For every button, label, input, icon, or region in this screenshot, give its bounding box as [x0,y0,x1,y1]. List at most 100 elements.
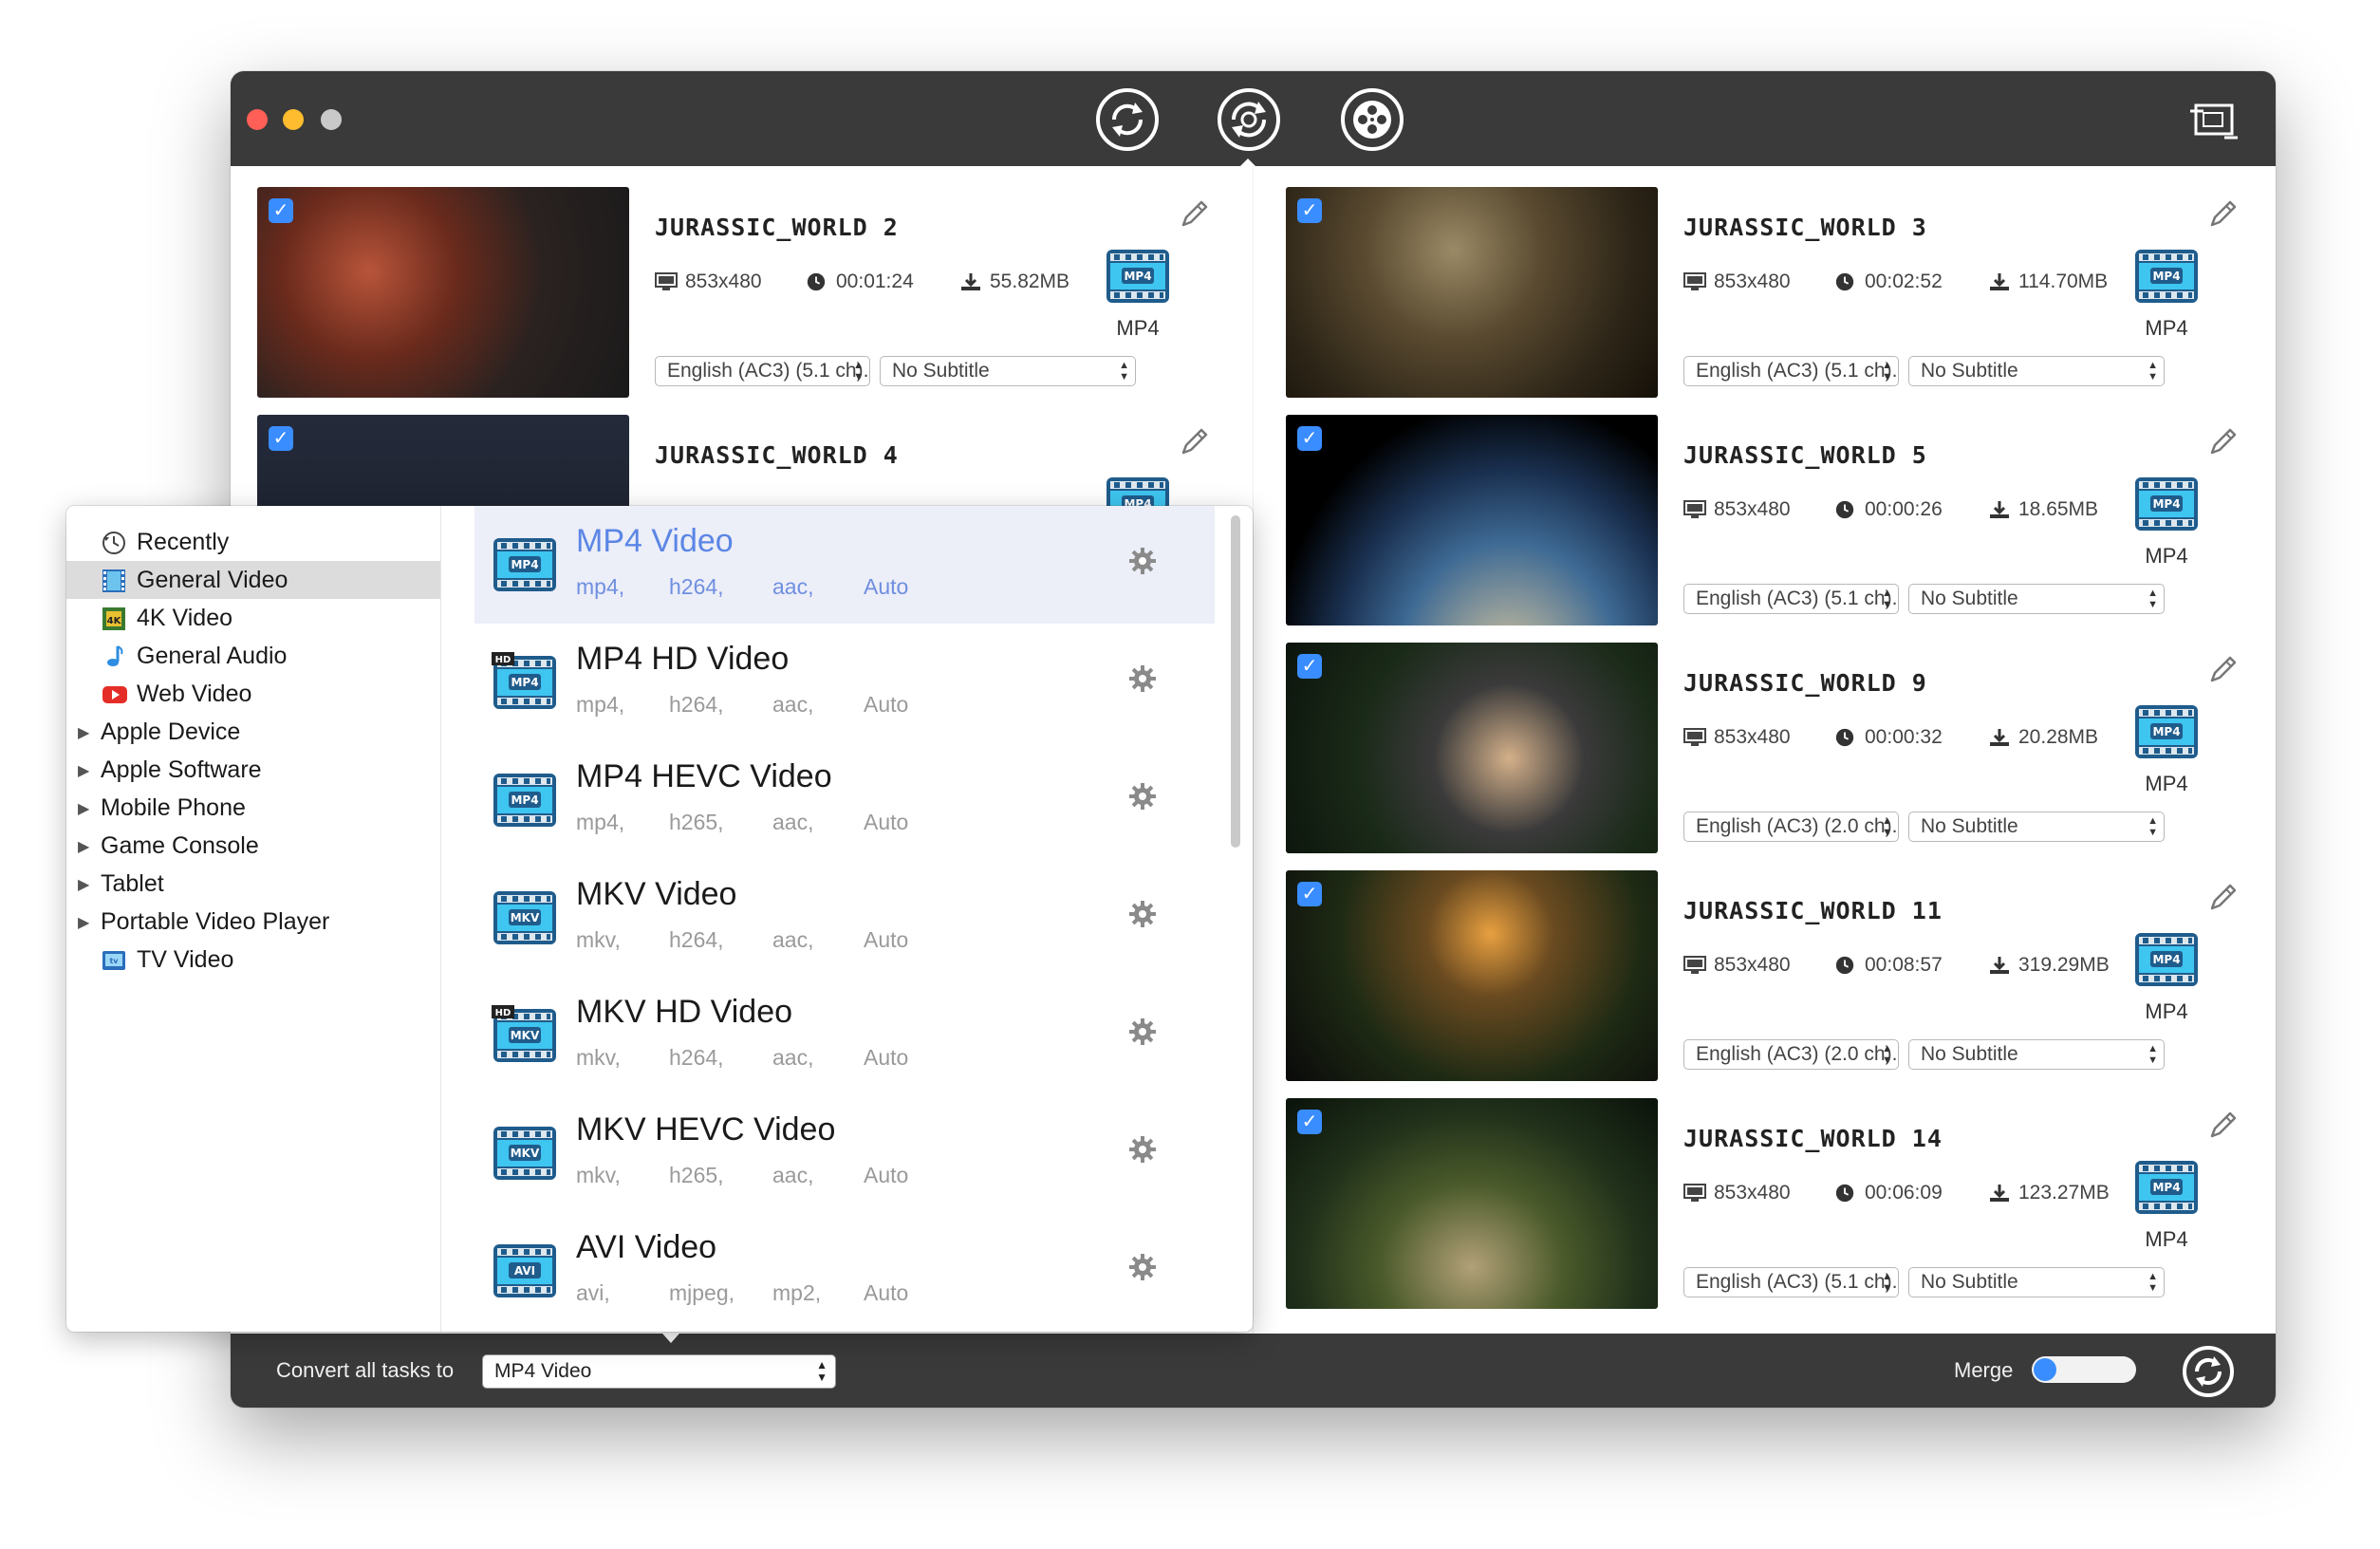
edit-pencil-icon[interactable] [2206,652,2241,686]
format-option[interactable]: MP4 HD MP4 HD Video mp4, h264, aac, Auto [474,624,1215,741]
video-title: JURASSIC_WORLD 14 [1683,1125,1943,1152]
maximize-window-button[interactable] [321,109,342,130]
merge-toggle[interactable] [2032,1356,2136,1383]
output-format-button[interactable]: MP4 [2133,246,2200,307]
convert-tool-button[interactable] [1094,86,1161,153]
category-tablet[interactable]: ▶ Tablet [66,865,440,903]
toolbox-tool-button[interactable] [1339,86,1405,153]
edit-pencil-icon[interactable] [2206,196,2241,231]
gear-icon[interactable] [1127,1134,1158,1165]
gear-icon[interactable] [1127,663,1158,694]
output-format-button[interactable]: MP4 [2133,929,2200,990]
duration-info: 00:08:57 [1834,954,1943,977]
audio-track-select[interactable]: English (AC3) (5.1 ch)... ▲ ▼ [1683,584,1899,614]
edit-pencil-icon[interactable] [2206,1108,2241,1142]
video-task-card: ✓ JURASSIC_WORLD 3 853x480 00:02:52 114.… [1286,187,2263,401]
gear-icon[interactable] [1127,899,1158,929]
output-format-button[interactable]: MP4 [2133,1157,2200,1218]
convert-all-select[interactable]: MP4 Video ▲ ▼ [482,1354,836,1389]
format-option[interactable]: AVI AVI Video avi, mjpeg, mp2, Auto [474,1212,1215,1330]
category-portable-video-player[interactable]: ▶ Portable Video Player [66,903,440,941]
edit-pencil-icon[interactable] [2206,424,2241,458]
svg-text:HD: HD [495,1008,511,1018]
format-name: MKV HD Video [576,994,793,1030]
resolution-info: 853x480 [1683,726,1791,749]
category-label: Apple Software [101,756,262,783]
category-web-video[interactable]: Web Video [66,675,440,713]
audio-track-select[interactable]: English (AC3) (5.1 ch)... ▲ ▼ [655,356,870,386]
subtitle-select[interactable]: No Subtitle ▲ ▼ [1908,1039,2165,1070]
edit-pencil-icon[interactable] [1178,424,1212,458]
svg-text:MP4: MP4 [2152,725,2180,738]
output-format-label: MP4 [2145,772,2188,795]
size-value: 18.65MB [2018,498,2099,520]
svg-text:MKV: MKV [511,911,540,924]
format-option[interactable]: MKV MKV HEVC Video mkv, h265, aac, Auto [474,1094,1215,1212]
video-thumbnail[interactable]: ✓ [1286,870,1658,1081]
output-format-button[interactable]: MP4 [1105,246,1171,307]
disclosure-triangle-icon[interactable]: ▶ [78,799,89,818]
format-list-scrollbar[interactable] [1231,515,1240,848]
disclosure-triangle-icon[interactable]: ▶ [78,913,89,932]
task-checkbox[interactable]: ✓ [1297,882,1322,906]
monitor-icon [1683,1183,1706,1204]
resolution-value: 853x480 [1714,271,1791,292]
output-format-label: MP4 [2145,1227,2188,1251]
task-checkbox[interactable]: ✓ [1297,654,1322,679]
task-checkbox[interactable]: ✓ [1297,198,1322,223]
start-convert-button[interactable] [2182,1345,2235,1398]
gear-icon[interactable] [1127,1017,1158,1047]
output-format-button[interactable]: MP4 [2133,701,2200,762]
video-thumbnail[interactable]: ✓ [257,187,629,398]
video-thumbnail[interactable]: ✓ [1286,187,1658,398]
category-apple-software[interactable]: ▶ Apple Software [66,751,440,789]
format-container: mp4, [576,692,625,717]
category-general-audio[interactable]: General Audio [66,637,440,675]
size-value: 319.29MB [2018,954,2110,976]
gear-icon[interactable] [1127,546,1158,576]
minimize-window-button[interactable] [283,109,304,130]
category-general-video[interactable]: General Video [66,561,440,599]
audio-track-select[interactable]: English (AC3) (5.1 ch)... ▲ ▼ [1683,356,1899,386]
svg-text:MP4: MP4 [511,558,538,571]
subtitle-select[interactable]: No Subtitle ▲ ▼ [880,356,1136,386]
audio-track-select[interactable]: English (AC3) (2.0 ch)... ▲ ▼ [1683,812,1899,842]
subtitle-select[interactable]: No Subtitle ▲ ▼ [1908,356,2165,386]
subtitle-select[interactable]: No Subtitle ▲ ▼ [1908,812,2165,842]
output-format-button[interactable]: MP4 [2133,474,2200,534]
disclosure-triangle-icon[interactable]: ▶ [78,837,89,856]
subtitle-select[interactable]: No Subtitle ▲ ▼ [1908,1267,2165,1297]
video-thumbnail[interactable]: ✓ [1286,415,1658,625]
edit-pencil-icon[interactable] [1178,196,1212,231]
disclosure-triangle-icon[interactable]: ▶ [78,723,89,742]
disclosure-triangle-icon[interactable]: ▶ [78,875,89,894]
close-window-button[interactable] [247,109,268,130]
crop-icon[interactable] [2188,100,2240,143]
disclosure-triangle-icon[interactable]: ▶ [78,761,89,780]
toggle-knob [2034,1358,2056,1381]
category-apple-device[interactable]: ▶ Apple Device [66,713,440,751]
task-checkbox[interactable]: ✓ [269,198,293,223]
category-recently[interactable]: Recently [66,523,440,561]
format-option[interactable]: MKV MKV Video mkv, h264, aac, Auto [474,859,1215,977]
category-4k-video[interactable]: 4K 4K Video [66,599,440,637]
category-tv-video[interactable]: tv TV Video [66,941,440,979]
category-game-console[interactable]: ▶ Game Console [66,827,440,865]
category-mobile-phone[interactable]: ▶ Mobile Phone [66,789,440,827]
gear-icon[interactable] [1127,1252,1158,1282]
rip-tool-button[interactable] [1216,86,1282,153]
task-checkbox[interactable]: ✓ [269,426,293,451]
gear-icon[interactable] [1127,781,1158,812]
edit-pencil-icon[interactable] [2206,880,2241,914]
merge-label: Merge [1954,1358,2014,1382]
audio-track-select[interactable]: English (AC3) (2.0 ch)... ▲ ▼ [1683,1039,1899,1070]
format-option[interactable]: MP4 MP4 HEVC Video mp4, h265, aac, Auto [474,741,1215,859]
subtitle-select[interactable]: No Subtitle ▲ ▼ [1908,584,2165,614]
video-thumbnail[interactable]: ✓ [1286,643,1658,853]
task-checkbox[interactable]: ✓ [1297,1110,1322,1134]
format-option[interactable]: MP4 MP4 Video mp4, h264, aac, Auto [474,506,1215,624]
audio-track-select[interactable]: English (AC3) (5.1 ch)... ▲ ▼ [1683,1267,1899,1297]
video-thumbnail[interactable]: ✓ [1286,1098,1658,1309]
format-option[interactable]: MKV HD MKV HD Video mkv, h264, aac, Auto [474,977,1215,1094]
task-checkbox[interactable]: ✓ [1297,426,1322,451]
